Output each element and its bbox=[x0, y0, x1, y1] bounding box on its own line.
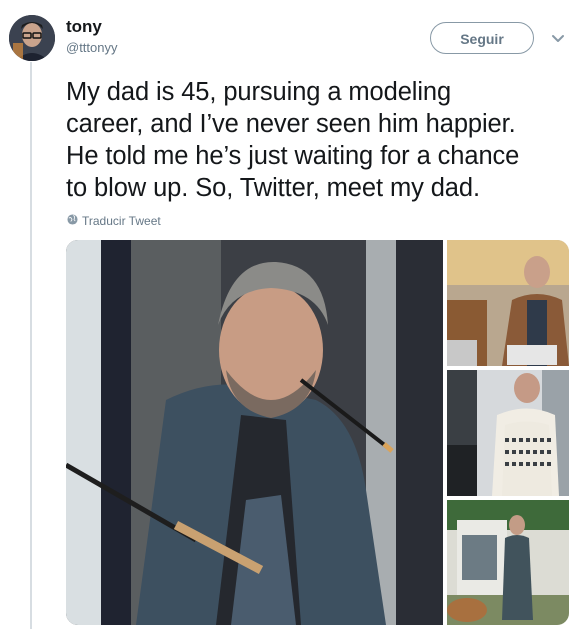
tweet-text: My dad is 45, pursuing a modeling career… bbox=[66, 76, 571, 204]
user-name[interactable]: tony bbox=[66, 17, 102, 37]
tweet-line: career, and I’ve never seen him happier. bbox=[66, 110, 516, 138]
avatar[interactable] bbox=[9, 15, 55, 61]
translate-tweet-link[interactable]: Traducir Tweet bbox=[67, 214, 161, 228]
translate-label: Traducir Tweet bbox=[82, 214, 161, 228]
chevron-down-icon[interactable] bbox=[548, 28, 568, 48]
tweet-line: to blow up. So, Twitter, meet my dad. bbox=[66, 174, 480, 202]
user-handle[interactable]: @tttonyy bbox=[66, 40, 118, 55]
thread-line bbox=[30, 62, 32, 629]
side-photo-2[interactable] bbox=[447, 370, 569, 496]
tweet-line: He told me he’s just waiting for a chanc… bbox=[66, 142, 520, 170]
photo-grid bbox=[66, 240, 569, 625]
side-photo-3[interactable] bbox=[447, 500, 569, 625]
tweet-line: My dad is 45, pursuing a modeling bbox=[66, 78, 452, 106]
main-photo[interactable] bbox=[66, 240, 443, 625]
globe-icon bbox=[67, 214, 78, 228]
follow-button[interactable]: Seguir bbox=[430, 22, 534, 54]
side-photo-1[interactable] bbox=[447, 240, 569, 366]
